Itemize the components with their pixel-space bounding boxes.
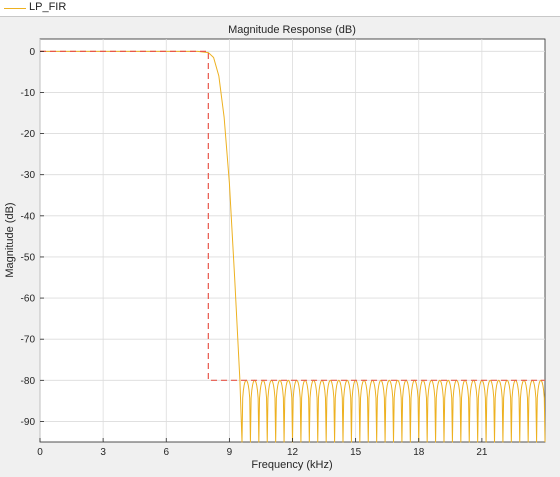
x-tick-label: 12 bbox=[287, 447, 299, 458]
magnitude-response-chart: Magnitude Response (dB) 0 3 6 9 12 15 18 21 0 -10… bbox=[4, 24, 546, 471]
x-tick-label: 0 bbox=[37, 447, 43, 458]
x-tick-label: 9 bbox=[227, 447, 233, 458]
y-tick-label: -60 bbox=[21, 294, 36, 305]
y-tick-label: -80 bbox=[21, 376, 36, 387]
y-axis-label: Magnitude (dB) bbox=[4, 202, 16, 277]
x-tick-label: 3 bbox=[100, 447, 106, 458]
y-tick-label: -20 bbox=[21, 129, 36, 140]
x-tick-label: 21 bbox=[476, 447, 488, 458]
y-tick-label: -30 bbox=[21, 170, 36, 181]
y-tick-label: -50 bbox=[21, 252, 36, 263]
y-tick-label: -90 bbox=[21, 417, 36, 428]
x-tick-label: 6 bbox=[163, 447, 169, 458]
y-tick-label: -40 bbox=[21, 211, 36, 222]
y-tick-label: 0 bbox=[29, 47, 35, 58]
x-tick-label: 18 bbox=[413, 447, 425, 458]
chart-title: Magnitude Response (dB) bbox=[228, 24, 356, 36]
y-tick-label: -10 bbox=[21, 88, 36, 99]
y-tick-label: -70 bbox=[21, 335, 36, 346]
x-tick-label: 15 bbox=[350, 447, 362, 458]
x-axis-label: Frequency (kHz) bbox=[251, 459, 332, 471]
